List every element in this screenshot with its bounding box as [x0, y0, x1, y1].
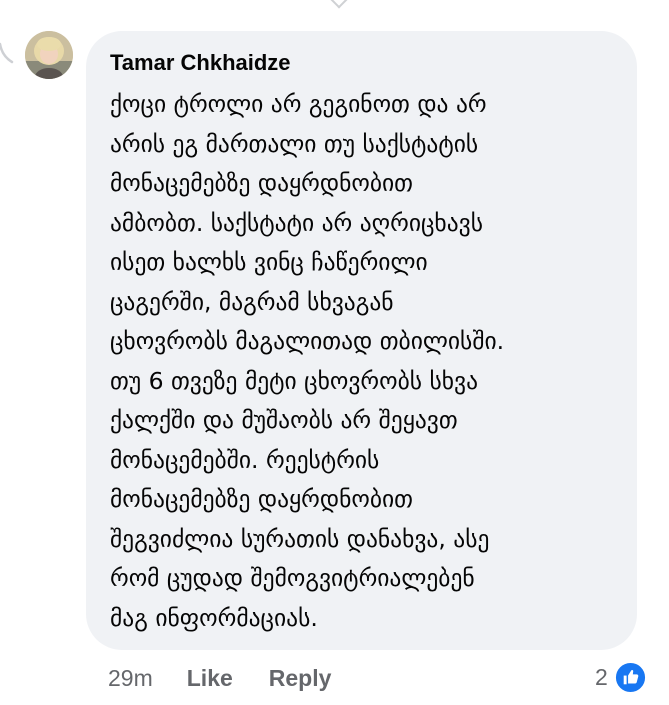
- comment-actions: 29m Like Reply: [108, 662, 367, 694]
- comment-bubble: Tamar Chkhaidze ქოცი ტროლი არ გეგინოთ და…: [86, 31, 637, 650]
- collapse-caret-icon: [330, 0, 348, 9]
- comment-line: ქალქში და მუშაობს არ შეყავთ: [110, 406, 458, 434]
- reaction-count: 2: [595, 663, 608, 690]
- comment-line: ცხოვრობს მაგალითად თბილისში.: [110, 327, 505, 355]
- comment-line: მონაცემებზე დაყრდნობით: [110, 169, 413, 197]
- comment-line: რომ ცუდად შემოგვიტრიალებენ: [110, 564, 475, 592]
- comment-line: მონაცემებში. რეესტრის: [110, 445, 380, 474]
- comment-line: ისეთ ხალხს ვინც ჩაწერილი: [110, 248, 428, 276]
- thread-connector: [0, 42, 14, 64]
- comment-line: თუ 6 თვეზე მეტი ცხოვრობს სხვა: [110, 366, 479, 395]
- avatar[interactable]: [25, 31, 73, 79]
- comment-text: ქოცი ტროლი არ გეგინოთ და არ არის ეგ მართ…: [110, 85, 613, 638]
- comment-line: ამბობთ. საქსტატი არ აღრიცხავს: [110, 208, 483, 237]
- like-button[interactable]: Like: [187, 665, 233, 692]
- avatar-image: [25, 31, 73, 79]
- comment-line: მაგ ინფორმაციას.: [110, 603, 318, 632]
- comment-timestamp[interactable]: 29m: [108, 665, 153, 692]
- like-icon: [613, 660, 647, 694]
- reply-button[interactable]: Reply: [269, 665, 332, 692]
- reaction-summary[interactable]: 2: [595, 660, 647, 694]
- comment-author[interactable]: Tamar Chkhaidze: [110, 50, 613, 76]
- comment-line: ცაგერში, მაგრამ სხვაგან: [110, 287, 394, 316]
- comment-line: შეგვიძლია სურათის დანახვა, ასე: [110, 524, 490, 553]
- comment-line: ქოცი ტროლი არ გეგინოთ და არ: [110, 90, 487, 118]
- comment-line: არის ეგ მართალი თუ საქსტატის: [110, 129, 479, 158]
- comment-line: მონაცემებზე დაყრდნობით: [110, 485, 413, 513]
